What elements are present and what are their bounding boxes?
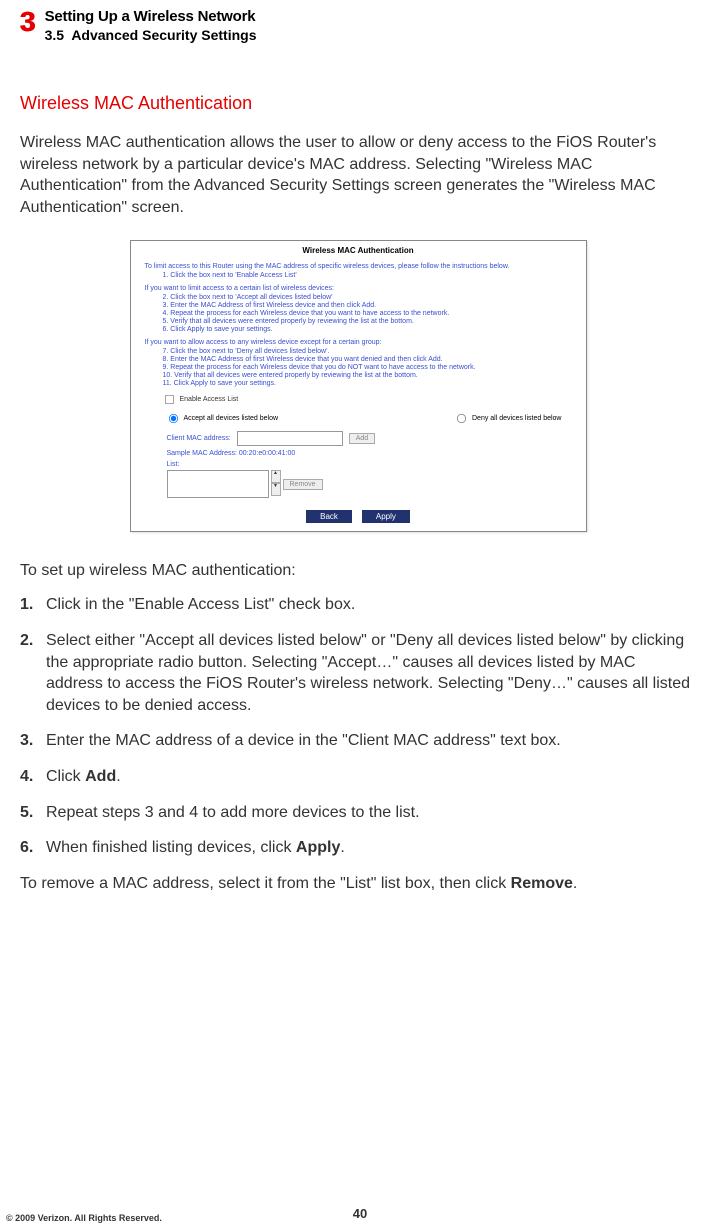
step-text: Enter the MAC address of a device in the… (46, 730, 696, 752)
copyright: © 2009 Verizon. All Rights Reserved. (6, 1213, 162, 1223)
step-text: Repeat steps 3 and 4 to add more devices… (46, 802, 696, 824)
step-number: 3. (20, 730, 46, 752)
step-number: 1. (20, 594, 46, 616)
add-button[interactable]: Add (349, 433, 375, 444)
client-mac-input[interactable] (237, 431, 343, 446)
step-text: Select either "Accept all devices listed… (46, 630, 696, 716)
enable-access-checkbox[interactable] (164, 395, 173, 404)
step-item: 6. When finished listing devices, click … (20, 837, 696, 859)
topic-heading: Wireless MAC Authentication (20, 93, 696, 114)
figure-step: 3. Enter the MAC Address of first Wirele… (163, 302, 572, 309)
list-label: List: (167, 461, 572, 468)
step-item: 3. Enter the MAC address of a device in … (20, 730, 696, 752)
step-item: 1. Click in the "Enable Access List" che… (20, 594, 696, 616)
client-mac-label: Client MAC address: (167, 435, 231, 442)
instructions-lead: To set up wireless MAC authentication: (20, 562, 696, 580)
section-name: Advanced Security Settings (71, 27, 256, 43)
apply-button[interactable]: Apply (362, 510, 410, 523)
figure-step: 10. Verify that all devices were entered… (163, 372, 572, 379)
remove-instruction: To remove a MAC address, select it from … (20, 873, 696, 895)
step-number: 2. (20, 630, 46, 716)
steps-list: 1. Click in the "Enable Access List" che… (20, 594, 696, 858)
deny-radio[interactable] (457, 414, 466, 423)
list-scroll[interactable]: ▲▼ (271, 470, 281, 496)
figure-group2-head: If you want to limit access to a certain… (145, 285, 572, 292)
figure-step: 6. Click Apply to save your settings. (163, 326, 572, 333)
step-text: Click in the "Enable Access List" check … (46, 594, 696, 616)
back-button[interactable]: Back (306, 510, 352, 523)
mac-list-box[interactable] (167, 470, 269, 498)
page-header: 3 Setting Up a Wireless Network 3.5 Adva… (20, 8, 696, 43)
deny-label: Deny all devices listed below (472, 415, 562, 422)
figure-container: Wireless MAC Authentication To limit acc… (20, 240, 696, 532)
chapter-title: Setting Up a Wireless Network (45, 8, 257, 25)
step-number: 4. (20, 766, 46, 788)
section-number: 3.5 (45, 27, 64, 43)
figure-step: 11. Click Apply to save your settings. (163, 380, 572, 387)
figure-group3-head: If you want to allow access to any wirel… (145, 339, 572, 346)
figure-lead: To limit access to this Router using the… (145, 263, 572, 270)
step-text: When finished listing devices, click App… (46, 837, 696, 859)
figure-step: 8. Enter the MAC Address of first Wirele… (163, 356, 572, 363)
figure-step: 9. Repeat the process for each Wireless … (163, 364, 572, 371)
sample-mac: Sample MAC Address: 00:20:e0:00:41:00 (167, 450, 572, 457)
intro-paragraph: Wireless MAC authentication allows the u… (20, 132, 696, 218)
remove-button[interactable]: Remove (283, 479, 323, 490)
accept-radio[interactable] (168, 414, 177, 423)
step-item: 2. Select either "Accept all devices lis… (20, 630, 696, 716)
step-text: Click Add. (46, 766, 696, 788)
figure-step: 7. Click the box next to 'Deny all devic… (163, 348, 572, 355)
mac-auth-figure: Wireless MAC Authentication To limit acc… (130, 240, 587, 532)
section-title: 3.5 Advanced Security Settings (45, 27, 257, 43)
figure-title: Wireless MAC Authentication (131, 241, 586, 259)
step-item: 4. Click Add. (20, 766, 696, 788)
figure-step: 1. Click the box next to 'Enable Access … (163, 272, 572, 279)
figure-step: 2. Click the box next to 'Accept all dev… (163, 294, 572, 301)
accept-label: Accept all devices listed below (184, 415, 279, 422)
chapter-number: 3 (20, 8, 35, 36)
step-number: 5. (20, 802, 46, 824)
step-item: 5. Repeat steps 3 and 4 to add more devi… (20, 802, 696, 824)
figure-step: 5. Verify that all devices were entered … (163, 318, 572, 325)
enable-access-label: Enable Access List (180, 396, 239, 403)
figure-step: 4. Repeat the process for each Wireless … (163, 310, 572, 317)
step-number: 6. (20, 837, 46, 859)
